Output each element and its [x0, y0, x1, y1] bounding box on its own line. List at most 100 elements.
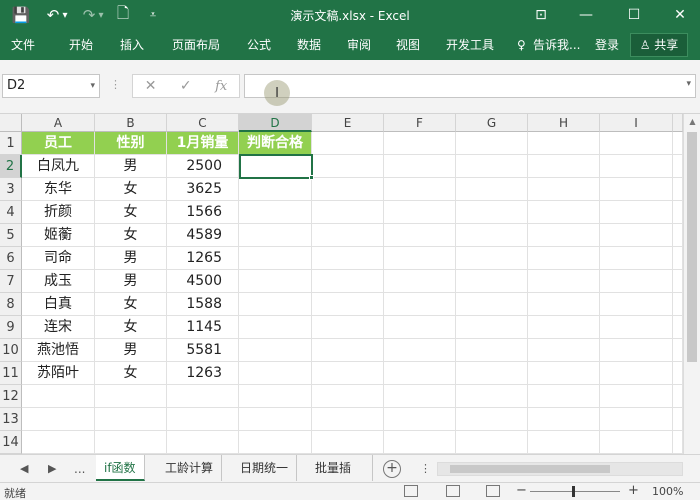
worksheet-grid[interactable]: A B C D E F G H I 1 2 3 4 5 6 7 8 9 10 1… — [0, 114, 700, 454]
cell-b11[interactable]: 女 — [95, 362, 167, 385]
cell-a8[interactable]: 白真 — [22, 293, 95, 316]
tab-data[interactable]: 数据 — [297, 30, 321, 60]
select-all-corner[interactable] — [0, 114, 22, 132]
tab-formulas[interactable]: 公式 — [247, 30, 271, 60]
cell-g9[interactable] — [456, 316, 528, 339]
column-header-e[interactable]: E — [312, 114, 384, 132]
sheet-nav-prev-icon[interactable]: ◀ — [20, 455, 28, 483]
cell-a6[interactable]: 司命 — [22, 247, 95, 270]
cell-a12[interactable] — [22, 385, 95, 408]
cell-d9[interactable] — [239, 316, 312, 339]
cell-g14[interactable] — [456, 431, 528, 454]
cell-j2[interactable] — [673, 155, 683, 178]
cell-f14[interactable] — [384, 431, 456, 454]
tell-me-search[interactable]: 告诉我... — [533, 30, 580, 60]
cell-h2[interactable] — [528, 155, 600, 178]
minimize-icon[interactable]: — — [570, 0, 602, 30]
cell-e11[interactable] — [312, 362, 384, 385]
cell-d12[interactable] — [239, 385, 312, 408]
cell-b2[interactable]: 男 — [95, 155, 167, 178]
cell-a5[interactable]: 姬蘅 — [22, 224, 95, 247]
column-header-d[interactable]: D — [239, 114, 312, 132]
cell-g11[interactable] — [456, 362, 528, 385]
row-header-4[interactable]: 4 — [0, 201, 22, 224]
cell-h8[interactable] — [528, 293, 600, 316]
cell-j13[interactable] — [673, 408, 683, 431]
cell-e8[interactable] — [312, 293, 384, 316]
share-button[interactable]: ♙ 共享 — [630, 33, 688, 57]
header-cell-b1[interactable]: 性别 — [95, 132, 167, 155]
row-header-3[interactable]: 3 — [0, 178, 22, 201]
cell-g1[interactable] — [456, 132, 528, 155]
cell-c10[interactable]: 5581 — [167, 339, 239, 362]
cell-d4[interactable] — [239, 201, 312, 224]
header-cell-a1[interactable]: 员工 — [22, 132, 95, 155]
cell-f4[interactable] — [384, 201, 456, 224]
cell-g5[interactable] — [456, 224, 528, 247]
cell-a2[interactable]: 白凤九 — [22, 155, 95, 178]
cell-d7[interactable] — [239, 270, 312, 293]
cell-e14[interactable] — [312, 431, 384, 454]
header-cell-c1[interactable]: 1月销量 — [167, 132, 239, 155]
row-header-13[interactable]: 13 — [0, 408, 22, 431]
row-header-8[interactable]: 8 — [0, 293, 22, 316]
cell-h5[interactable] — [528, 224, 600, 247]
cell-j11[interactable] — [673, 362, 683, 385]
cell-c12[interactable] — [167, 385, 239, 408]
cell-g4[interactable] — [456, 201, 528, 224]
row-header-9[interactable]: 9 — [0, 316, 22, 339]
zoom-in-button[interactable]: + — [628, 483, 639, 498]
row-header-5[interactable]: 5 — [0, 224, 22, 247]
cell-f1[interactable] — [384, 132, 456, 155]
page-break-view-icon[interactable] — [486, 485, 500, 497]
cell-j9[interactable] — [673, 316, 683, 339]
cell-j12[interactable] — [673, 385, 683, 408]
scroll-up-icon[interactable]: ▲ — [684, 117, 700, 126]
cell-g13[interactable] — [456, 408, 528, 431]
horizontal-scrollbar[interactable] — [437, 462, 683, 476]
column-header-g[interactable]: G — [456, 114, 528, 132]
cell-h10[interactable] — [528, 339, 600, 362]
cell-a13[interactable] — [22, 408, 95, 431]
sheet-tab-seniority[interactable]: 工龄计算 — [157, 455, 223, 481]
cell-b5[interactable]: 女 — [95, 224, 167, 247]
row-header-10[interactable]: 10 — [0, 339, 22, 362]
name-box[interactable]: D2 ▾ — [2, 74, 100, 98]
cell-d8[interactable] — [239, 293, 312, 316]
cell-f11[interactable] — [384, 362, 456, 385]
cell-h7[interactable] — [528, 270, 600, 293]
cell-e4[interactable] — [312, 201, 384, 224]
cell-i9[interactable] — [600, 316, 673, 339]
cell-c8[interactable]: 1588 — [167, 293, 239, 316]
cell-b13[interactable] — [95, 408, 167, 431]
cell-j1[interactable] — [673, 132, 683, 155]
cell-j14[interactable] — [673, 431, 683, 454]
row-header-1[interactable]: 1 — [0, 132, 22, 155]
sheet-nav-more[interactable]: ... — [74, 455, 85, 483]
maximize-icon[interactable]: ☐ — [618, 0, 650, 30]
cell-h3[interactable] — [528, 178, 600, 201]
cell-j10[interactable] — [673, 339, 683, 362]
enter-icon[interactable]: ✓ — [180, 78, 192, 94]
tab-insert[interactable]: 插入 — [120, 30, 144, 60]
column-header-b[interactable]: B — [95, 114, 167, 132]
cell-h11[interactable] — [528, 362, 600, 385]
cell-f5[interactable] — [384, 224, 456, 247]
cell-b7[interactable]: 男 — [95, 270, 167, 293]
cell-e1[interactable] — [312, 132, 384, 155]
tab-split-handle[interactable]: ⋮ — [420, 455, 431, 483]
cell-c6[interactable]: 1265 — [167, 247, 239, 270]
cell-h1[interactable] — [528, 132, 600, 155]
cell-f9[interactable] — [384, 316, 456, 339]
cell-f10[interactable] — [384, 339, 456, 362]
cell-i12[interactable] — [600, 385, 673, 408]
tab-view[interactable]: 视图 — [396, 30, 420, 60]
cell-f12[interactable] — [384, 385, 456, 408]
cell-e6[interactable] — [312, 247, 384, 270]
cell-g8[interactable] — [456, 293, 528, 316]
header-cell-d1[interactable]: 判断合格 — [239, 132, 312, 155]
cell-b10[interactable]: 男 — [95, 339, 167, 362]
cell-j7[interactable] — [673, 270, 683, 293]
tab-page-layout[interactable]: 页面布局 — [172, 30, 220, 60]
cell-j3[interactable] — [673, 178, 683, 201]
